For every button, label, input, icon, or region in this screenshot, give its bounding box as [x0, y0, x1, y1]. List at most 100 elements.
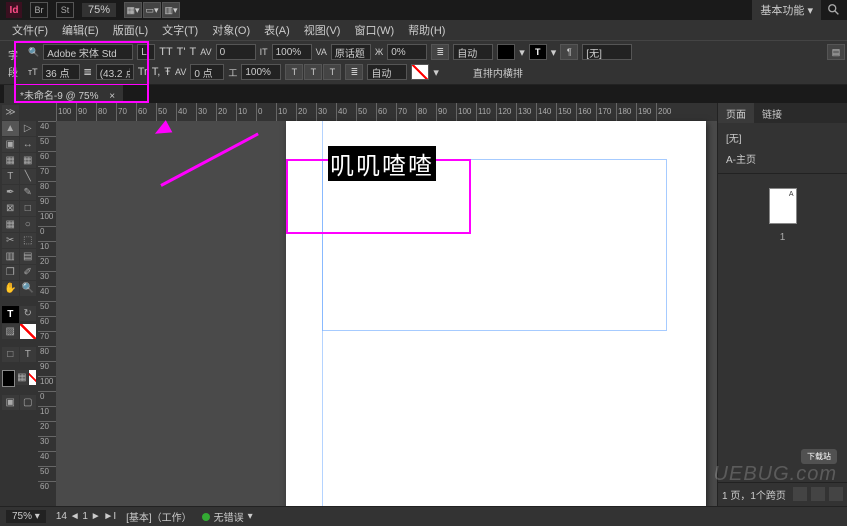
type-tool[interactable]: T — [2, 169, 19, 184]
hscale-input[interactable] — [241, 64, 281, 80]
format-container-icon[interactable] — [20, 324, 37, 339]
default-fill-stroke-icon[interactable]: ▨ — [2, 324, 19, 339]
screen-mode-icon[interactable]: ▭▾ — [143, 2, 161, 18]
workspace-switcher[interactable]: 基本功能 ▾ — [752, 0, 821, 20]
canvas[interactable]: 叽叽喳喳 — [56, 121, 717, 506]
vertical-ruler[interactable]: 4050607080901000102030405060708090100010… — [38, 121, 56, 506]
font-size-input[interactable] — [42, 64, 80, 80]
selection-tool[interactable]: ▲ — [2, 121, 19, 136]
superscript-icon[interactable]: T' — [177, 46, 186, 58]
search-icon[interactable] — [827, 3, 841, 17]
character-mode-button[interactable]: 字 — [8, 47, 18, 62]
content-placer-tool[interactable]: ▦ — [20, 153, 37, 168]
small-caps-icon[interactable]: Tr — [138, 66, 148, 78]
underline-icon[interactable]: T — [190, 46, 197, 58]
apply-none-icon[interactable] — [29, 370, 36, 385]
kerning-input[interactable] — [216, 44, 256, 60]
pencil-tool[interactable]: ✎ — [20, 185, 37, 200]
menu-view[interactable]: 视图(V) — [298, 20, 347, 40]
page-tool[interactable]: ▣ — [2, 137, 19, 152]
vscale-input[interactable] — [272, 44, 312, 60]
note-tool[interactable]: ❐ — [2, 265, 19, 280]
pen-tool[interactable]: ✒ — [2, 185, 19, 200]
paragraph-mode-button[interactable]: 段 — [8, 64, 18, 79]
scissors-tool[interactable]: ✂ — [2, 233, 19, 248]
rectangle-frame-tool[interactable]: ⊠ — [2, 201, 19, 216]
opacity-input[interactable] — [387, 44, 427, 60]
arrange-icon[interactable]: ▥▾ — [162, 2, 180, 18]
gradient-feather-tool[interactable]: ▤ — [20, 249, 37, 264]
pages-none-item[interactable]: [无] — [722, 127, 843, 148]
bold-icon[interactable]: T — [529, 44, 547, 60]
content-collector-tool[interactable]: ▦ — [2, 153, 19, 168]
stock-icon[interactable]: St — [56, 2, 74, 18]
gap-tool[interactable]: ↔ — [20, 137, 37, 152]
lang-input-2[interactable] — [367, 64, 407, 80]
preview-view-icon[interactable]: ▢ — [20, 395, 37, 410]
rectangle-tool[interactable]: □ — [20, 201, 37, 216]
panel-menu-icon[interactable]: ▤ — [827, 44, 845, 60]
baseline-input[interactable] — [331, 44, 371, 60]
normal-view-icon[interactable]: ▣ — [2, 395, 19, 410]
ellipse-tool[interactable]: ○ — [20, 217, 37, 232]
swap-fill-stroke-icon[interactable]: ↻ — [20, 306, 37, 321]
menu-file[interactable]: 文件(F) — [6, 20, 54, 40]
fill-format-type-text[interactable]: T — [2, 306, 19, 323]
ruler-origin[interactable] — [38, 103, 56, 121]
free-transform-tool[interactable]: ⬚ — [20, 233, 37, 248]
bridge-icon[interactable]: Br — [30, 2, 48, 18]
menu-edit[interactable]: 编辑(E) — [56, 20, 105, 40]
font-family-input[interactable] — [43, 44, 133, 60]
para-style-input[interactable] — [582, 44, 632, 60]
apply-color-icon[interactable]: □ — [2, 347, 19, 362]
leading-input[interactable] — [96, 64, 134, 80]
hand-tool[interactable]: ✋ — [2, 281, 19, 296]
line-tool[interactable]: ╲ — [20, 169, 37, 184]
align-icon-2[interactable]: ≣ — [345, 64, 363, 80]
menu-help[interactable]: 帮助(H) — [402, 20, 451, 40]
new-page-icon[interactable] — [811, 487, 825, 501]
apply-black-icon[interactable] — [2, 370, 15, 387]
tab-links[interactable]: 链接 — [754, 103, 790, 123]
status-zoom[interactable]: 75% ▾ — [6, 510, 46, 523]
menu-window[interactable]: 窗口(W) — [348, 20, 400, 40]
preflight-profile[interactable]: [基本]（工作） — [126, 509, 192, 524]
tracking-input[interactable] — [190, 64, 224, 80]
t-btn-2[interactable]: T — [304, 64, 322, 80]
align-icon[interactable]: ≣ — [431, 44, 449, 60]
font-style-input[interactable] — [137, 44, 155, 60]
direct-selection-tool[interactable]: ▷ — [20, 121, 37, 136]
table-cells-tool[interactable]: ▦ — [2, 217, 19, 232]
document-tab[interactable]: *未命名-9 @ 75% × — [4, 85, 123, 104]
pages-master-item[interactable]: A-主页 — [722, 148, 843, 169]
strikethrough-icon[interactable]: Ŧ — [164, 66, 171, 78]
zoom-select[interactable]: 75% — [82, 3, 116, 17]
stroke-swatch[interactable] — [411, 64, 429, 80]
edit-page-size-icon[interactable] — [793, 487, 807, 501]
collapse-icon[interactable]: ≫ — [2, 105, 19, 120]
menu-layout[interactable]: 版面(L) — [107, 20, 154, 40]
tate-chu-yoko-label[interactable]: 直排内横排 — [473, 65, 523, 80]
page-thumbnail[interactable] — [769, 188, 797, 224]
t-btn-3[interactable]: T — [323, 64, 341, 80]
apply-gradient-icon[interactable]: ▦ — [16, 370, 28, 385]
menu-type[interactable]: 文字(T) — [156, 20, 204, 40]
apply-text-icon[interactable]: T — [20, 347, 37, 362]
paragraph-style-icon[interactable]: ¶ — [560, 44, 578, 60]
gradient-swatch-tool[interactable]: ▥ — [2, 249, 19, 264]
t-btn-1[interactable]: T — [285, 64, 303, 80]
fill-swatch[interactable] — [497, 44, 515, 60]
subscript-icon[interactable]: T, — [152, 66, 161, 78]
tab-pages[interactable]: 页面 — [718, 103, 754, 123]
zoom-tool[interactable]: 🔍 — [20, 281, 37, 296]
menu-object[interactable]: 对象(O) — [206, 20, 256, 40]
menu-table[interactable]: 表(A) — [258, 20, 296, 40]
view-options-icon[interactable]: ▦▾ — [124, 2, 142, 18]
lang-input-1[interactable] — [453, 44, 493, 60]
page[interactable]: 叽叽喳喳 — [286, 121, 706, 506]
text-frame-content[interactable]: 叽叽喳喳 — [328, 146, 436, 181]
page-navigator[interactable]: 14 ◄ 1 ► ►I — [56, 511, 116, 522]
eyedropper-tool[interactable]: ✐ — [20, 265, 37, 280]
preflight-status-text[interactable]: 无错误 — [214, 509, 244, 524]
delete-page-icon[interactable] — [829, 487, 843, 501]
